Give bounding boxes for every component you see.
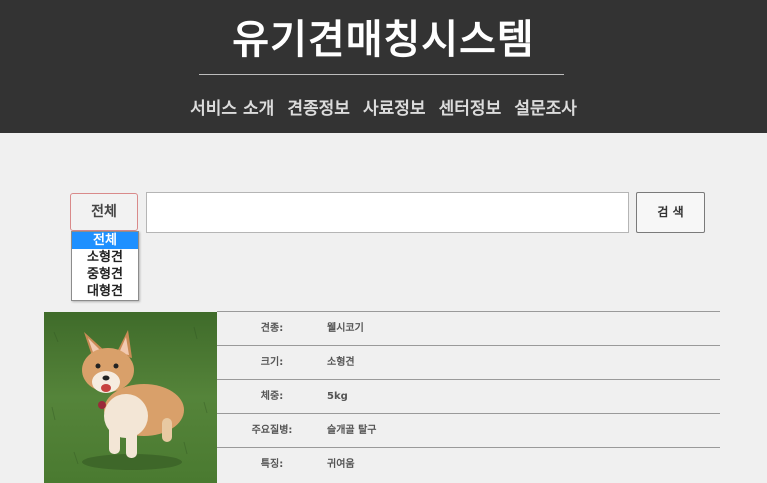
weight-value: 5kg [327, 391, 348, 402]
site-header: 유기견매칭시스템 서비스 소개 견종정보 사료정보 센터정보 설문조사 [0, 0, 767, 133]
size-value: 소형견 [327, 357, 355, 368]
table-row: 주요질병: 슬개골 탈구 [217, 413, 720, 447]
table-row: 크기: 소형견 [217, 345, 720, 379]
search-input[interactable] [146, 192, 629, 233]
main-nav: 서비스 소개 견종정보 사료정보 센터정보 설문조사 [0, 94, 767, 119]
nav-item-feed-info[interactable]: 사료정보 [363, 94, 426, 119]
option-small[interactable]: 소형견 [72, 249, 138, 266]
feature-value: 귀여움 [327, 459, 355, 470]
breed-label: 견종: [260, 323, 284, 334]
nav-item-center-info[interactable]: 센터정보 [439, 94, 502, 119]
feature-label: 특징: [260, 459, 284, 470]
search-button[interactable]: 검 색 [636, 192, 705, 233]
table-row: 체중: 5kg [217, 379, 720, 413]
disease-label: 주요질병: [251, 425, 293, 436]
weight-label: 체중: [260, 391, 284, 402]
dog-photo [44, 312, 217, 483]
title-divider [199, 74, 564, 75]
category-dropdown: 전체 소형견 중형견 대형견 [71, 231, 139, 301]
nav-item-survey[interactable]: 설문조사 [514, 94, 577, 119]
option-medium[interactable]: 중형견 [72, 266, 138, 283]
nav-item-service-intro[interactable]: 서비스 소개 [190, 94, 274, 119]
site-title: 유기견매칭시스템 [232, 17, 535, 63]
category-select[interactable]: 전체 [70, 193, 138, 231]
breed-info-table: 견종: 웰시코기 크기: 소형견 체중: 5kg 주요질병: 슬개골 탈구 특징… [217, 311, 720, 481]
nav-item-breed-info[interactable]: 견종정보 [287, 94, 350, 119]
breed-value: 웰시코기 [327, 323, 364, 334]
disease-value: 슬개골 탈구 [327, 425, 377, 436]
table-row: 특징: 귀여움 [217, 447, 720, 481]
size-label: 크기: [260, 357, 284, 368]
option-large[interactable]: 대형견 [72, 283, 138, 300]
option-all[interactable]: 전체 [72, 232, 138, 249]
table-row: 견종: 웰시코기 [217, 311, 720, 345]
